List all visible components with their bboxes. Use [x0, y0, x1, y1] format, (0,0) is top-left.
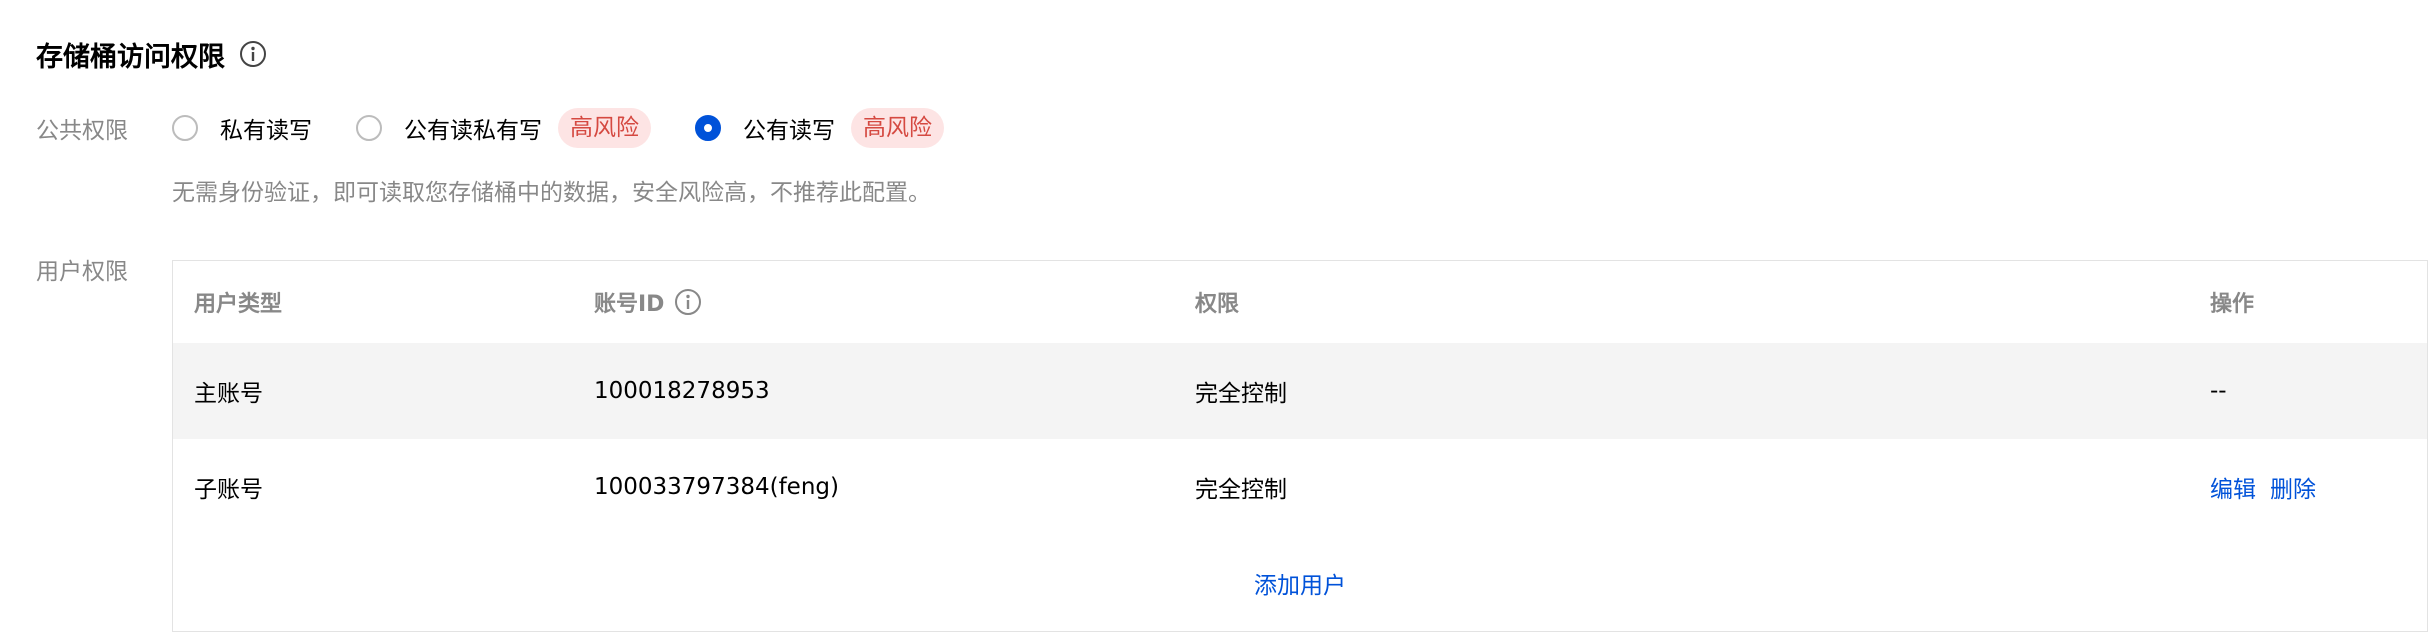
cell-account-id: 100018278953: [594, 378, 770, 404]
radio-circle[interactable]: [172, 115, 198, 141]
column-header-actions: 操作: [2210, 292, 2255, 317]
info-icon[interactable]: [239, 40, 267, 68]
cell-permission: 完全控制: [1195, 477, 1287, 503]
public-permission-radio-group: 私有读写 公有读私有写 高风险 公有读写 高风险: [172, 104, 944, 152]
cell-account-id: 100033797384(feng): [594, 474, 839, 500]
permission-hint-text: 无需身份验证，即可读取您存储桶中的数据，安全风险高，不推荐此配置。: [172, 180, 931, 206]
column-header-user-type: 用户类型: [194, 292, 283, 317]
info-icon[interactable]: [674, 288, 702, 316]
high-risk-badge: 高风险: [851, 108, 944, 148]
table-row: 主账号 100018278953 完全控制 --: [173, 343, 2427, 440]
user-permission-table: 用户类型 账号ID 权限 操作 主账号 100018278953 完全控制 --: [172, 260, 2428, 632]
cell-user-type: 子账号: [194, 477, 263, 503]
cell-permission: 完全控制: [1195, 381, 1287, 407]
radio-option-private-rw[interactable]: 私有读写: [172, 111, 312, 145]
bucket-permission-panel: 存储桶访问权限 公共权限 私有读写 公有读私有写 高风险 公有读写 高风险 无需…: [0, 0, 2436, 634]
section-title-row: 存储桶访问权限: [36, 34, 267, 74]
radio-label: 公有读私有写: [404, 118, 542, 144]
cell-actions: 编辑 删除: [2210, 439, 2316, 535]
table-row: 子账号 100033797384(feng) 完全控制 编辑 删除: [173, 439, 2427, 536]
radio-option-public-read-private-write[interactable]: 公有读私有写 高风险: [356, 108, 651, 148]
public-permission-label: 公共权限: [36, 118, 128, 144]
radio-label: 私有读写: [220, 118, 312, 144]
add-user-cell: 添加用户: [173, 535, 2427, 631]
column-header-label: 账号ID: [594, 292, 665, 317]
cell-actions-empty: --: [2210, 378, 2227, 404]
radio-label: 公有读写: [743, 118, 835, 144]
delete-link[interactable]: 删除: [2270, 470, 2316, 504]
section-title: 存储桶访问权限: [36, 41, 225, 73]
high-risk-badge: 高风险: [558, 108, 651, 148]
radio-circle[interactable]: [356, 115, 382, 141]
user-permission-label: 用户权限: [36, 259, 128, 285]
column-header-account-id: 账号ID: [594, 261, 702, 343]
radio-circle-selected[interactable]: [695, 115, 721, 141]
cell-user-type: 主账号: [194, 381, 263, 407]
add-user-row: 添加用户: [173, 535, 2427, 631]
table-header-row: 用户类型 账号ID 权限 操作: [173, 261, 2427, 344]
radio-option-public-rw[interactable]: 公有读写 高风险: [695, 108, 944, 148]
column-header-permission: 权限: [1195, 292, 1240, 317]
edit-link[interactable]: 编辑: [2210, 470, 2256, 504]
add-user-link[interactable]: 添加用户: [1254, 566, 1346, 600]
